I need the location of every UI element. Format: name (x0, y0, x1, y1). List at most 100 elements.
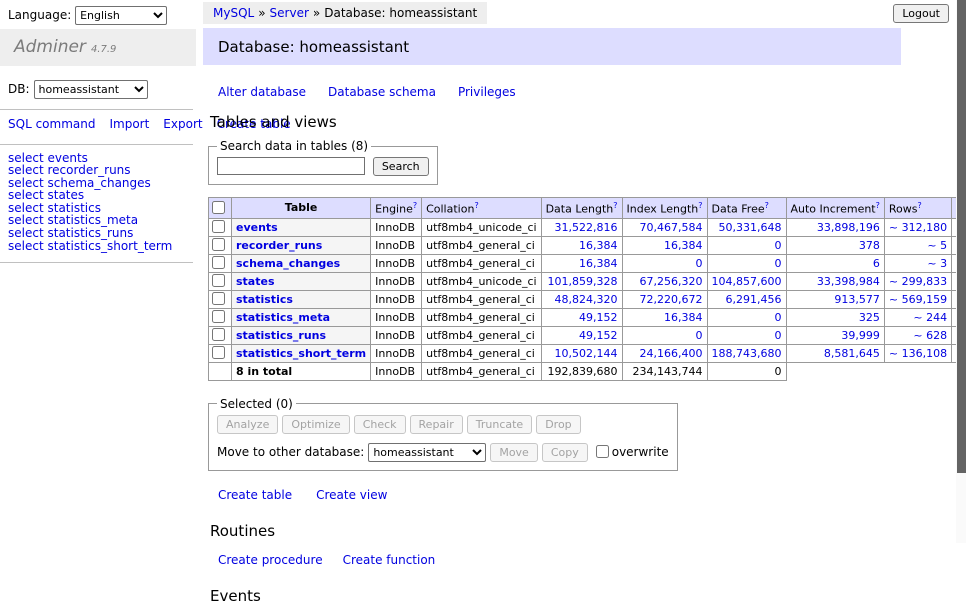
row-checkbox[interactable] (212, 256, 225, 269)
rows-link[interactable]: ~ 569,159 (889, 293, 947, 306)
auto-increment-link[interactable]: 8,581,645 (824, 347, 880, 360)
breadcrumb-link-mysql[interactable]: MySQL (213, 6, 254, 20)
data-length-link[interactable]: 31,522,816 (555, 221, 618, 234)
auto-increment-link[interactable]: 6 (873, 257, 880, 270)
auto-increment-link[interactable]: 39,999 (841, 329, 880, 342)
data-length-link[interactable]: 16,384 (579, 239, 618, 252)
create-function-link[interactable]: Create function (343, 553, 436, 567)
language-select[interactable]: English (75, 6, 167, 25)
scrollbar-thumb[interactable] (957, 0, 966, 473)
index-length-link[interactable]: 0 (696, 257, 703, 270)
index-length-link[interactable]: 16,384 (664, 311, 703, 324)
create-table-link[interactable]: Create table (218, 488, 292, 502)
index-length-link[interactable]: 67,256,320 (640, 275, 703, 288)
row-checkbox-cell (209, 272, 232, 290)
table-name-link[interactable]: statistics_short_term (236, 347, 366, 360)
alter-database-link[interactable]: Alter database (218, 85, 306, 99)
data-free-link[interactable]: 50,331,648 (719, 221, 782, 234)
index-length-link[interactable]: 16,384 (664, 239, 703, 252)
database-schema-link[interactable]: Database schema (328, 85, 436, 99)
data-length-link[interactable]: 16,384 (579, 257, 618, 270)
row-checkbox[interactable] (212, 220, 225, 233)
analyze-button[interactable]: Analyze (217, 415, 278, 434)
rows-link[interactable]: ~ 299,833 (889, 275, 947, 288)
row-checkbox[interactable] (212, 274, 225, 287)
help-link[interactable]: ? (413, 201, 417, 210)
data-free-link[interactable]: 0 (775, 329, 782, 342)
table-name-link[interactable]: statistics_runs (236, 329, 326, 342)
auto-increment-link[interactable]: 913,577 (834, 293, 880, 306)
sidebar-link-import[interactable]: Import (109, 117, 149, 131)
help-link[interactable]: ? (765, 201, 769, 210)
sidebar-table-link[interactable]: statistics_short_term (47, 239, 172, 253)
db-select[interactable]: homeassistant (34, 80, 148, 99)
create-procedure-link[interactable]: Create procedure (218, 553, 323, 567)
auto-increment-link[interactable]: 378 (859, 239, 880, 252)
help-link[interactable]: ? (876, 201, 880, 210)
optimize-button[interactable]: Optimize (282, 415, 349, 434)
select-table-link[interactable]: select (8, 239, 44, 253)
search-button[interactable]: Search (373, 157, 429, 176)
data-free-link[interactable]: 6,291,456 (726, 293, 782, 306)
auto-increment-link[interactable]: 33,898,196 (817, 221, 880, 234)
breadcrumb-current: Database: homeassistant (324, 6, 477, 20)
breadcrumb-link-server[interactable]: Server (270, 6, 309, 20)
data-free-link[interactable]: 104,857,600 (712, 275, 782, 288)
data-free-link[interactable]: 0 (775, 311, 782, 324)
index-length-link[interactable]: 24,166,400 (640, 347, 703, 360)
help-link[interactable]: ? (917, 201, 921, 210)
rows-link[interactable]: ~ 3 (927, 257, 947, 270)
help-link[interactable]: ? (698, 201, 702, 210)
index-length-cell: 24,166,400 (622, 344, 707, 362)
index-length-link[interactable]: 70,467,584 (640, 221, 703, 234)
repair-button[interactable]: Repair (410, 415, 463, 434)
table-name-link[interactable]: schema_changes (236, 257, 340, 270)
rows-link[interactable]: ~ 628 (913, 329, 947, 342)
data-length-link[interactable]: 101,859,328 (548, 275, 618, 288)
auto-increment-link[interactable]: 33,398,984 (817, 275, 880, 288)
row-checkbox[interactable] (212, 328, 225, 341)
row-checkbox-cell (209, 344, 232, 362)
drop-button[interactable]: Drop (536, 415, 580, 434)
search-input[interactable] (217, 157, 365, 175)
logout-button[interactable]: Logout (893, 4, 949, 23)
index-length-link[interactable]: 0 (696, 329, 703, 342)
data-free-link[interactable]: 0 (775, 239, 782, 252)
data-length-link[interactable]: 49,152 (579, 329, 618, 342)
copy-button[interactable]: Copy (542, 443, 588, 462)
data-free-link[interactable]: 188,743,680 (712, 347, 782, 360)
row-checkbox[interactable] (212, 292, 225, 305)
data-length-link[interactable]: 49,152 (579, 311, 618, 324)
data-length-link[interactable]: 48,824,320 (555, 293, 618, 306)
row-checkbox[interactable] (212, 310, 225, 323)
help-link[interactable]: ? (474, 201, 478, 210)
table-name-link[interactable]: states (236, 275, 275, 288)
rows-link[interactable]: ~ 136,108 (889, 347, 947, 360)
sidebar-link-export[interactable]: Export (163, 117, 202, 131)
check-button[interactable]: Check (354, 415, 406, 434)
data-length-link[interactable]: 10,502,144 (555, 347, 618, 360)
data-free-link[interactable]: 0 (775, 257, 782, 270)
data-free-cell: 104,857,600 (707, 272, 786, 290)
move-button[interactable]: Move (490, 443, 538, 462)
table-name-link[interactable]: recorder_runs (236, 239, 322, 252)
truncate-button[interactable]: Truncate (467, 415, 532, 434)
row-checkbox[interactable] (212, 238, 225, 251)
rows-link[interactable]: ~ 312,180 (889, 221, 947, 234)
row-checkbox[interactable] (212, 346, 225, 359)
index-length-link[interactable]: 72,220,672 (640, 293, 703, 306)
table-name-link[interactable]: events (236, 221, 278, 234)
move-db-select[interactable]: homeassistant (368, 443, 486, 462)
table-name-link[interactable]: statistics_meta (236, 311, 330, 324)
collation-cell: utf8mb4_general_ci (422, 326, 541, 344)
sidebar-link-sql-command[interactable]: SQL command (8, 117, 95, 131)
auto-increment-link[interactable]: 325 (859, 311, 880, 324)
select-all-checkbox[interactable] (212, 201, 225, 214)
rows-link[interactable]: ~ 5 (927, 239, 947, 252)
privileges-link[interactable]: Privileges (458, 85, 516, 99)
rows-link[interactable]: ~ 244 (913, 311, 947, 324)
table-name-link[interactable]: statistics (236, 293, 293, 306)
create-view-link[interactable]: Create view (316, 488, 387, 502)
help-link[interactable]: ? (613, 201, 617, 210)
overwrite-checkbox[interactable] (596, 445, 609, 458)
